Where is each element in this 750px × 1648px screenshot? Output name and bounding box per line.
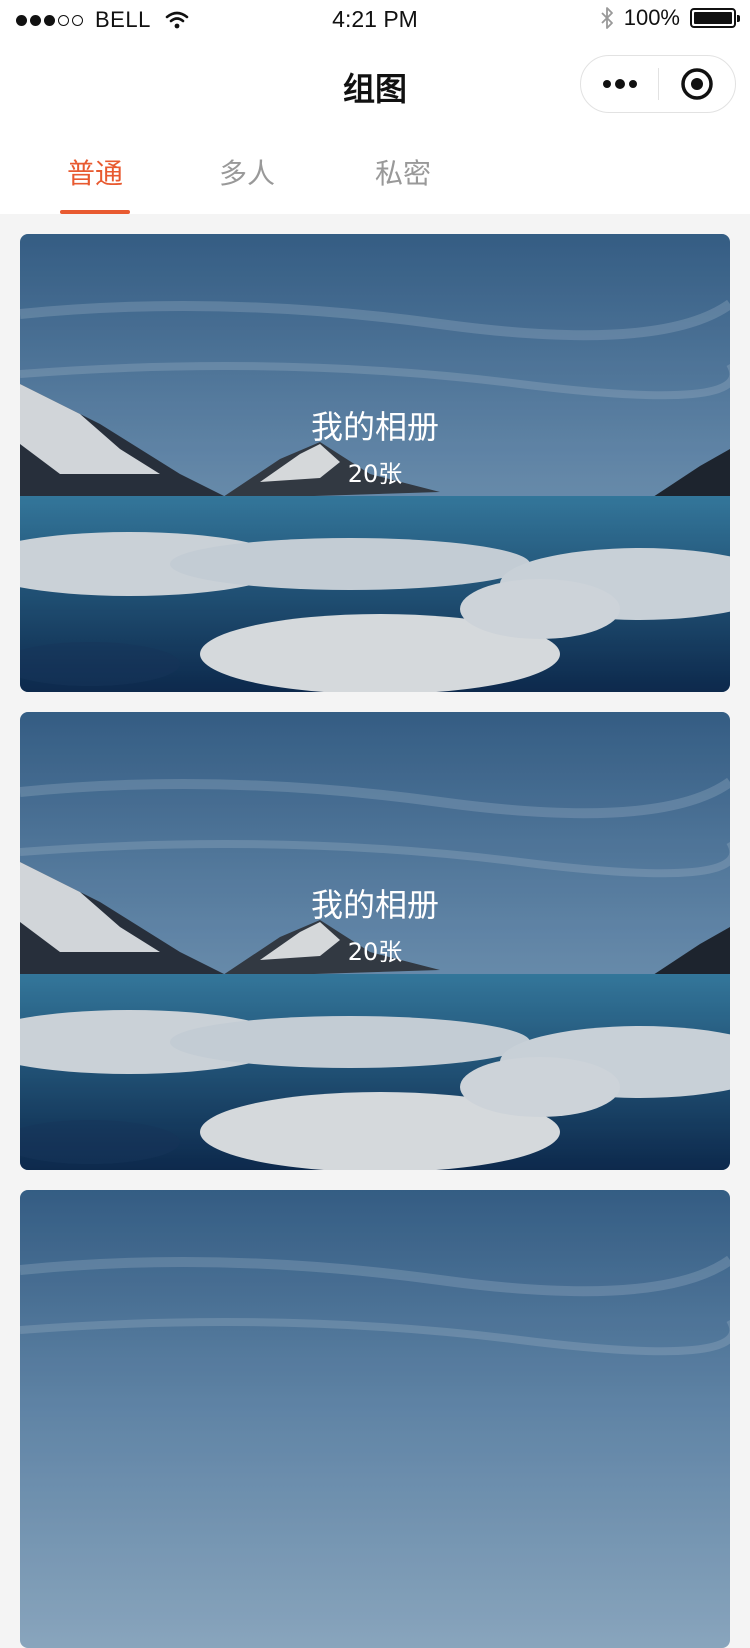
battery-percent: 100%	[623, 5, 680, 30]
status-bar: BELL 4:21 PM 100%	[0, 0, 750, 40]
tab-private[interactable]: 私密	[348, 152, 458, 192]
album-title: 我的相册	[310, 408, 439, 446]
album-title: 我的相册	[310, 886, 439, 924]
more-button[interactable]	[581, 56, 658, 112]
nav-bar: 组图	[0, 40, 750, 128]
mini-program-capsule	[580, 55, 736, 113]
album-tabs: 普通 多人 私密	[0, 128, 750, 214]
album-count: 20张	[347, 938, 403, 966]
close-button[interactable]	[659, 56, 735, 112]
battery-level	[694, 12, 732, 24]
target-close-icon	[681, 68, 713, 100]
album-card[interactable]: 我的相册 20张	[20, 712, 730, 1170]
status-right: 100%	[600, 5, 740, 31]
album-count: 20张	[347, 460, 403, 488]
album-card[interactable]: 我的相册 20张	[20, 234, 730, 692]
bluetooth-icon	[601, 7, 613, 29]
tab-multi-person[interactable]: 多人	[192, 152, 302, 192]
more-dots-icon	[602, 79, 637, 89]
battery-icon	[690, 8, 740, 28]
tab-normal[interactable]: 普通	[40, 152, 150, 192]
tab-active-indicator	[60, 210, 130, 214]
album-card[interactable]	[20, 1190, 730, 1648]
